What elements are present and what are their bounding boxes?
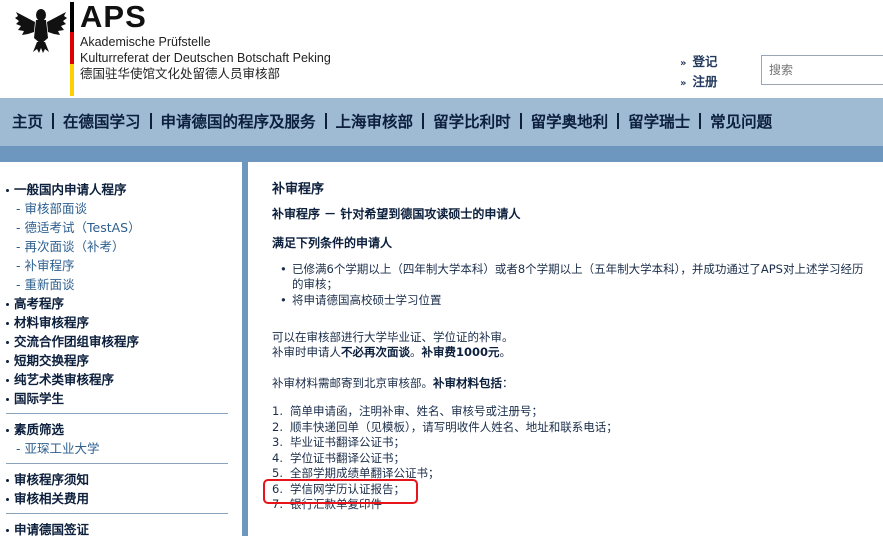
double-chevron-right-icon: » [680, 78, 687, 89]
sidebar-sub-reinterview[interactable]: - 重新面谈 [6, 275, 228, 294]
logo-text[interactable]: APS [80, 0, 331, 34]
page-subtitle: 补审程序 － 针对希望到德国攻读硕士的申请人 [272, 207, 521, 221]
sidebar-item-short-exchange[interactable]: 短期交换程序 [6, 351, 228, 370]
list-item: 1. 简单申请函，注明补审、姓名、审核号或注册号； [272, 404, 543, 418]
sidebar-sub-interview[interactable]: - 审核部面谈 [6, 199, 228, 218]
list-item: 3. 毕业证书翻译公证书； [272, 435, 405, 449]
nav-switzerland[interactable]: 留学瑞士 [623, 98, 695, 146]
list-item: 4. 学位证书翻译公证书； [272, 450, 405, 465]
nav-home[interactable]: 主页 [0, 98, 48, 146]
list-item: 2. 顺丰快递回单（见模板），请写明收件人姓名、地址和联系电话； [272, 419, 618, 434]
register-link[interactable]: » 注册 [680, 73, 717, 93]
sidebar-divider [6, 413, 228, 414]
site-header: APS Akademische Prüfstelle Kulturreferat… [0, 0, 883, 98]
main-nav: 主页 在德国学习 申请德国的程序及服务 上海审核部 留学比利时 留学奥地利 留学瑞士 常见问题 [0, 98, 883, 146]
nav-shanghai[interactable]: 上海审核部 [331, 98, 419, 146]
brand-line-3: 德国驻华使馆文化处留德人员审核部 [80, 66, 281, 81]
supplement-info: 可以在审核部进行大学毕业证、学位证的补审。 补审时申请人不必再次面谈。补审费10… [272, 330, 514, 359]
sidebar-sub-supplement[interactable]: - 补审程序 [6, 256, 228, 275]
nav-belgium[interactable]: 留学比利时 [428, 98, 516, 146]
sidebar-item-international-students[interactable]: 国际学生 [6, 389, 228, 408]
brand-line-1: Akademische Prüfstelle [80, 35, 211, 49]
sidebar-item-visa[interactable]: 申请德国签证 [6, 520, 228, 536]
sidebar-item-fees[interactable]: 审核相关费用 [6, 489, 228, 508]
brand-line-2: Kulturreferat der Deutschen Botschaft Pe… [80, 51, 331, 65]
sidebar-sub-rwth[interactable]: - 亚琛工业大学 [6, 439, 228, 458]
sidebar-item-screening[interactable]: 素质筛选 [6, 420, 228, 439]
sidebar-border [242, 162, 248, 536]
sidebar-item-exchange-group[interactable]: 交流合作团组审核程序 [6, 332, 228, 351]
sidebar-divider [6, 513, 228, 514]
sidebar-item-notes[interactable]: 审核程序须知 [6, 470, 228, 489]
conditions-heading: 满足下列条件的申请人 [272, 236, 393, 250]
sidebar-item-fine-arts[interactable]: 纯艺术类审核程序 [6, 370, 228, 389]
sidebar-divider [6, 463, 228, 464]
conditions-list: 已修满6个学期以上（四年制大学本科）或者8个学期以上（五年制大学本科），并成功通… [278, 262, 864, 309]
sidebar-item-gaokao[interactable]: 高考程序 [6, 294, 228, 313]
sidebar-sub-retest[interactable]: - 再次面谈（补考） [6, 237, 228, 256]
sidebar: 一般国内申请人程序 - 审核部面谈 - 德适考试（TestAS） - 再次面谈（补考）… [0, 162, 244, 536]
login-link[interactable]: » 登记 [680, 53, 717, 73]
sidebar-item-general-procedure[interactable]: 一般国内申请人程序 [6, 180, 228, 199]
sidebar-item-document-review[interactable]: 材料审核程序 [6, 313, 228, 332]
brand-block: APS Akademische Prüfstelle Kulturreferat… [80, 0, 331, 82]
highlight-annotation [263, 479, 418, 504]
list-item: 将申请德国高校硕士学习位置 [278, 293, 864, 308]
sidebar-sub-testas[interactable]: - 德适考试（TestAS） [6, 218, 228, 237]
german-eagle-icon [15, 9, 67, 53]
search-input[interactable] [761, 55, 883, 85]
nav-study-in-germany[interactable]: 在德国学习 [58, 98, 146, 146]
nav-faq[interactable]: 常见问题 [705, 98, 777, 146]
german-flag-bar [70, 2, 74, 96]
page-title: 补审程序 [272, 182, 325, 197]
nav-austria[interactable]: 留学奥地利 [526, 98, 614, 146]
double-chevron-right-icon: » [680, 58, 687, 69]
list-item: 已修满6个学期以上（四年制大学本科）或者8个学期以上（五年制大学本科），并成功通… [278, 262, 864, 292]
account-links: » 登记 » 注册 [680, 53, 717, 93]
nav-band [0, 146, 883, 162]
materials-intro: 补审材料需邮寄到北京审核部。补审材料包括： [272, 376, 514, 390]
nav-application-procedures[interactable]: 申请德国的程序及服务 [156, 98, 321, 146]
